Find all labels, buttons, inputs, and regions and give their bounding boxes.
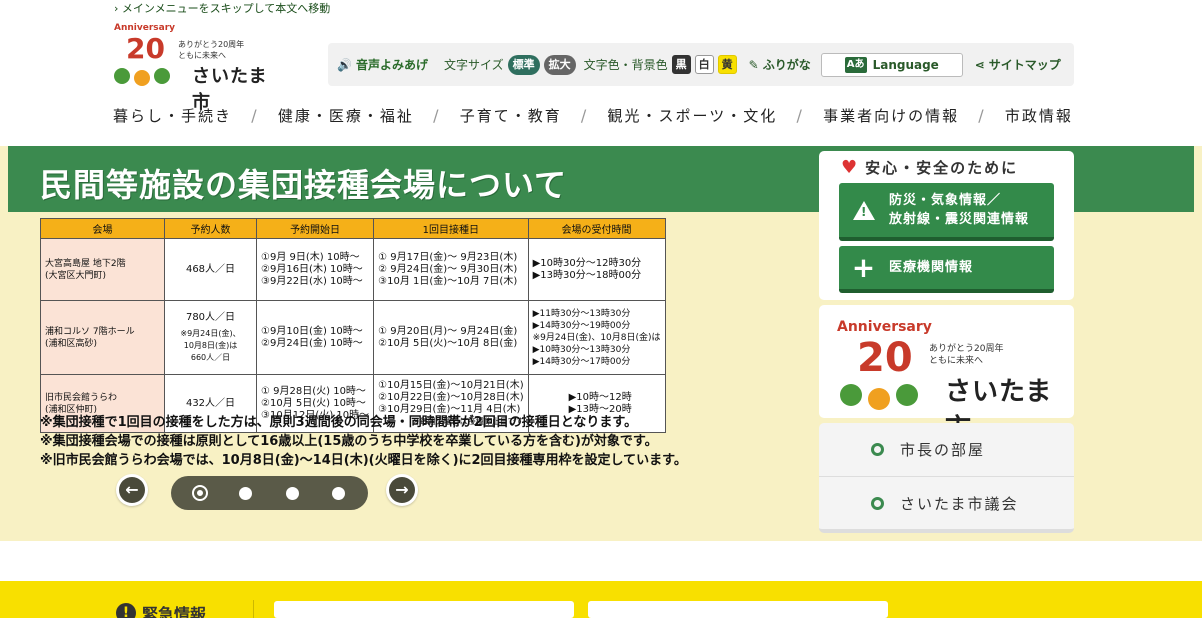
- logo-tagline-2: ともに未来へ: [178, 51, 226, 60]
- medical-info-button[interactable]: + 医療機関情報: [839, 246, 1054, 293]
- logo-tagline-1: ありがとう20周年: [929, 344, 1004, 354]
- table-header: 会場: [40, 218, 165, 239]
- capacity-note: ※9月24日(金)、 10月8日(金)は 660人／日: [180, 328, 241, 362]
- nav-separator: /: [978, 106, 986, 125]
- carousel-dot-3[interactable]: [285, 486, 299, 500]
- nav-living[interactable]: 暮らし・手続き: [113, 105, 232, 126]
- share-icon: ⋖: [974, 57, 985, 72]
- nav-separator: /: [796, 106, 804, 125]
- hero-title[interactable]: 民間等施設の集団接種会場について: [40, 160, 567, 206]
- first-dose-date-cell: ① 9月17日(金)～ 9月23日(木) ② 9月24日(金)～ 9月30日(木…: [373, 238, 529, 301]
- voice-reading-button[interactable]: 🔊 音声よみあげ: [337, 56, 428, 73]
- anniversary-20-logo-icon: Anniversary 20: [837, 319, 932, 410]
- emergency-label: 緊急情報: [142, 605, 207, 618]
- nav-business[interactable]: 事業者向けの情報: [823, 105, 959, 126]
- carousel-dot-4[interactable]: [332, 486, 346, 500]
- pencil-icon: ✎: [748, 57, 759, 72]
- carousel-prev-button[interactable]: ←: [116, 474, 148, 506]
- vaccination-venue-table: 会場 予約人数 予約開始日 1回目接種日 会場の受付時間 大宮高島屋 地下2階 …: [40, 218, 666, 433]
- nav-childcare[interactable]: 子育て・教育: [460, 105, 562, 126]
- reservation-date-cell: ①9月 9日(木) 10時～ ②9月16日(木) 10時～ ③9月22日(水) …: [255, 238, 375, 301]
- first-dose-date-cell: ① 9月20日(月)～ 9月24日(金) ②10月 5日(火)～10月 8日(金…: [373, 300, 529, 375]
- table-row: 浦和コルソ 7階ホール (浦和区高砂) 780人／日 ※9月24日(金)、 10…: [40, 300, 666, 375]
- carousel-dot-2[interactable]: [239, 486, 253, 500]
- safety-panel: ♥ 安心・安全のために 防災・気象情報／ 放射線・震災関連情報 + 医療機関情報: [819, 151, 1074, 300]
- font-size-group: 文字サイズ 標準 拡大: [444, 54, 576, 75]
- global-nav: 暮らし・手続き / 健康・医療・福祉 / 子育て・教育 / 観光・スポーツ・文化…: [113, 105, 1073, 126]
- carousel-next-button[interactable]: →: [386, 474, 418, 506]
- medical-cross-icon: +: [851, 250, 877, 284]
- nav-separator: /: [580, 106, 589, 125]
- arrow-left-icon: ←: [119, 477, 145, 503]
- speaker-icon: 🔊: [337, 57, 352, 72]
- logo-tagline-2: ともに未来へ: [929, 356, 984, 366]
- site-logo[interactable]: Anniversary 20 ありがとう20周年 ともに未来へ さいたま市: [112, 18, 282, 113]
- reservation-date-cell: ①9月10日(金) 10時～ ②9月24日(金) 10時～: [255, 300, 375, 375]
- venue-cell: 浦和コルソ 7階ホール (浦和区高砂): [40, 300, 165, 375]
- capacity-cell: 468人／日: [164, 238, 257, 301]
- nav-tourism[interactable]: 観光・スポーツ・文化: [608, 105, 778, 126]
- emergency-card[interactable]: [588, 601, 888, 618]
- circle-bullet-icon: [871, 496, 884, 510]
- accessibility-toolbar: 🔊 音声よみあげ 文字サイズ 標準 拡大 文字色・背景色 黒 白 黄 ✎ ふりが…: [328, 43, 1074, 86]
- language-icon: Aあ: [844, 56, 867, 73]
- arrow-right-icon: →: [389, 477, 415, 503]
- mayor-room-link[interactable]: 市長の部屋: [819, 423, 1074, 476]
- alert-icon: !: [116, 603, 136, 618]
- table-header: 予約人数: [164, 218, 257, 239]
- heart-icon: ♥: [841, 157, 860, 178]
- svg-text:Anniversary: Anniversary: [837, 319, 932, 335]
- nav-separator: /: [251, 106, 259, 125]
- anniversary-banner[interactable]: Anniversary 20 ありがとう20周年 ともに未来へ さいたま市: [819, 305, 1074, 444]
- nav-city-info[interactable]: 市政情報: [1005, 105, 1073, 126]
- nav-separator: /: [433, 106, 441, 125]
- svg-text:20: 20: [126, 32, 165, 65]
- font-size-large-button[interactable]: 拡大: [543, 54, 576, 75]
- font-size-standard-button[interactable]: 標準: [507, 54, 540, 75]
- furigana-button[interactable]: ✎ ふりがな: [749, 56, 811, 73]
- carousel-pagination: [171, 476, 368, 510]
- divider: [253, 600, 254, 618]
- color-black-button[interactable]: 黒: [671, 55, 691, 74]
- note-line: ※旧市民会館うらわ会場では、10月8日(金)～14日(木)(火曜日を除く)に2回…: [40, 453, 687, 468]
- city-council-link[interactable]: さいたま市議会: [819, 476, 1074, 529]
- note-line: ※集団接種で1回目の接種をした方は、原則3週間後の同会場・同時間帯が2回目の接種…: [40, 415, 638, 430]
- warning-icon: [853, 200, 875, 220]
- side-links: 市長の部屋 さいたま市議会: [819, 423, 1074, 533]
- circle-bullet-icon: [871, 443, 884, 456]
- anniversary-20-logo-icon: Anniversary 20: [114, 23, 175, 86]
- skip-to-content-link[interactable]: メインメニューをスキップして本文へ移動: [114, 0, 330, 16]
- safety-title: 安心・安全のために: [865, 159, 1019, 177]
- reception-hours-cell: ▶10時30分～12時30分 ▶13時30分～18時00分: [527, 238, 666, 301]
- disaster-info-button[interactable]: 防災・気象情報／ 放射線・震災関連情報: [839, 183, 1054, 241]
- sitemap-link[interactable]: ⋖ サイトマップ: [975, 56, 1061, 73]
- language-button[interactable]: Aあ Language: [820, 52, 963, 77]
- nav-health[interactable]: 健康・医療・福祉: [278, 105, 414, 126]
- color-white-button[interactable]: 白: [694, 55, 714, 74]
- logo-tagline-1: ありがとう20周年: [178, 40, 245, 49]
- reception-hours-cell: ▶11時30分～13時30分 ▶14時30分～19時00分 ※9月24日(金)、…: [527, 300, 666, 375]
- capacity-cell: 780人／日 ※9月24日(金)、 10月8日(金)は 660人／日: [164, 300, 257, 375]
- color-scheme-group: 文字色・背景色 黒 白 黄: [584, 55, 737, 74]
- table-row: 大宮高島屋 地下2階 (大宮区大門町) 468人／日 ①9月 9日(木) 10時…: [40, 238, 666, 301]
- emergency-card[interactable]: [274, 601, 574, 618]
- venue-cell: 大宮高島屋 地下2階 (大宮区大門町): [40, 238, 165, 301]
- note-line: ※集団接種会場での接種は原則として16歳以上(15歳のうち中学校を卒業している方…: [40, 434, 658, 449]
- svg-text:20: 20: [857, 335, 913, 381]
- table-header: 1回目接種日: [373, 218, 529, 239]
- color-yellow-button[interactable]: 黄: [717, 55, 737, 74]
- hero-notes: ※集団接種で1回目の接種をした方は、原則3週間後の同会場・同時間帯が2回目の接種…: [40, 413, 687, 470]
- table-header: 予約開始日: [255, 218, 375, 239]
- carousel-dot-1[interactable]: [191, 485, 208, 501]
- table-header: 会場の受付時間: [527, 218, 666, 239]
